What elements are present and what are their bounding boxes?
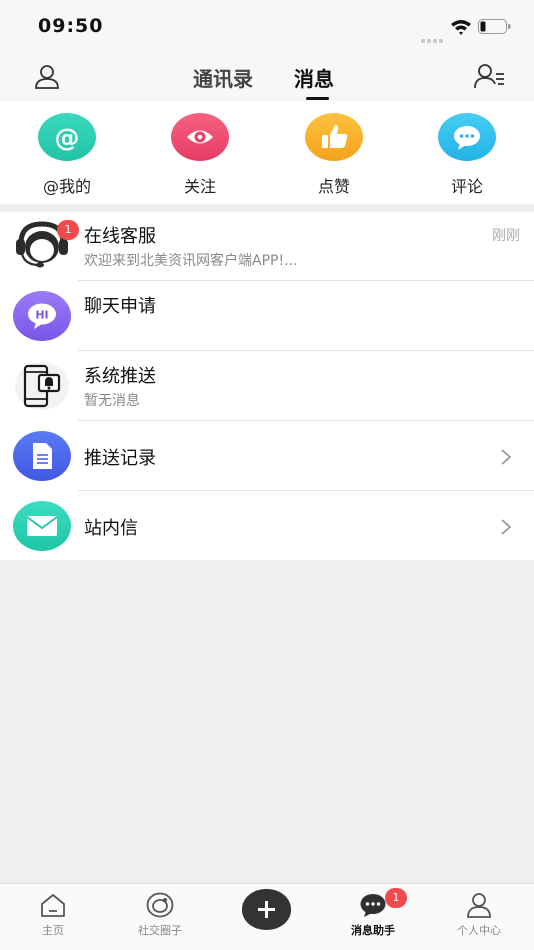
status-bar: 09:50 <box>0 0 534 52</box>
active-tab-indicator <box>306 97 329 100</box>
quick-actions: @ @我的 关注 点赞 评论 <box>0 101 534 204</box>
tab-label: 社交圈子 <box>138 924 182 937</box>
unread-badge: 1 <box>57 220 79 240</box>
tab-messages[interactable]: 消息 <box>294 63 334 92</box>
quick-action-follow[interactable]: 关注 <box>160 113 240 197</box>
eye-icon <box>171 113 229 161</box>
thumbs-up-icon <box>305 113 363 161</box>
home-icon <box>41 894 65 917</box>
list-item-chat-request[interactable]: HI 聊天申请 <box>0 282 534 351</box>
nav-bar: 通讯录 消息 <box>0 52 534 101</box>
chevron-right-icon <box>501 449 512 465</box>
contacts-list-icon[interactable] <box>474 63 506 91</box>
at-icon: @ <box>38 113 96 161</box>
message-list: 1 在线客服 欢迎来到北美资讯网客户端APP!... 刚刚 HI 聊天申请 系统… <box>0 212 534 560</box>
tab-home[interactable]: 主页 <box>15 892 91 938</box>
social-circle-icon <box>146 892 174 918</box>
divider <box>78 490 534 491</box>
battery-icon <box>478 19 511 34</box>
row-subtitle: 欢迎来到北美资讯网客户端APP!... <box>84 253 298 269</box>
unread-badge: 1 <box>385 888 407 908</box>
wifi-icon <box>451 20 471 35</box>
message-icon <box>360 894 386 917</box>
tab-social-circle[interactable]: 社交圈子 <box>122 892 198 938</box>
tab-label: 主页 <box>42 924 64 937</box>
list-item-system-push[interactable]: 系统推送 暂无消息 <box>0 352 534 421</box>
system-push-icon <box>15 362 69 410</box>
row-title: 系统推送 <box>84 366 156 387</box>
row-title: 在线客服 <box>84 226 156 247</box>
row-title: 站内信 <box>84 518 138 539</box>
row-title: 推送记录 <box>84 448 156 469</box>
divider <box>78 350 534 351</box>
quick-action-label: @我的 <box>42 177 91 196</box>
list-item-inbox[interactable]: 站内信 <box>0 492 534 561</box>
mail-icon <box>13 501 71 551</box>
tab-messages-assistant[interactable]: 1 消息助手 <box>335 888 411 938</box>
tab-label: 个人中心 <box>457 924 501 937</box>
tab-profile[interactable]: 个人中心 <box>441 892 517 938</box>
tab-label: 消息助手 <box>351 924 395 937</box>
row-time: 刚刚 <box>492 228 520 244</box>
signal-icon <box>421 28 445 43</box>
document-icon <box>13 431 71 481</box>
chat-request-icon-text: HI <box>35 309 48 322</box>
profile-icon <box>467 893 491 918</box>
quick-action-label: 评论 <box>450 177 483 196</box>
user-icon[interactable] <box>34 64 60 90</box>
row-title: 聊天申请 <box>84 296 156 317</box>
quick-action-label: 关注 <box>183 177 216 196</box>
quick-action-label: 点赞 <box>317 177 350 196</box>
list-item-push-history[interactable]: 推送记录 <box>0 422 534 491</box>
chat-request-icon: HI <box>13 291 71 341</box>
comment-icon <box>438 113 496 161</box>
status-time: 09:50 <box>38 15 104 37</box>
row-subtitle: 暂无消息 <box>84 393 140 409</box>
tab-contacts[interactable]: 通讯录 <box>193 63 253 92</box>
list-item-customer-service[interactable]: 1 在线客服 欢迎来到北美资讯网客户端APP!... 刚刚 <box>0 212 534 281</box>
quick-action-at-me[interactable]: @ @我的 <box>27 113 107 197</box>
add-button[interactable] <box>242 889 291 930</box>
chevron-right-icon <box>501 519 512 535</box>
svg-text:@: @ <box>55 123 80 152</box>
tab-bar: 主页 社交圈子 1 消息助手 个人中心 <box>0 883 534 950</box>
divider <box>78 280 534 281</box>
quick-action-comment[interactable]: 评论 <box>427 113 507 197</box>
divider <box>78 420 534 421</box>
quick-action-like[interactable]: 点赞 <box>294 113 374 197</box>
add-icon <box>258 901 275 918</box>
